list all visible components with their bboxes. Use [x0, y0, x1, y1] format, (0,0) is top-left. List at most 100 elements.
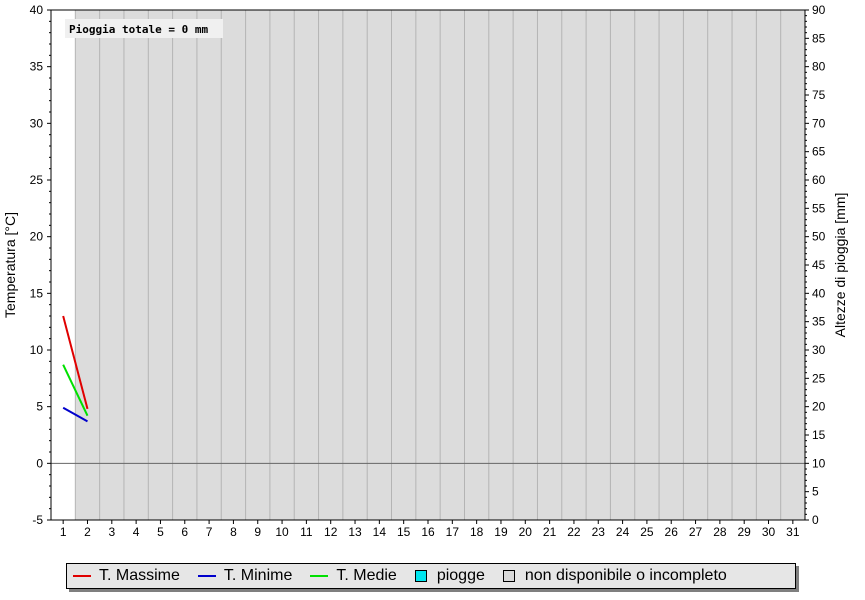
- y2-tick-label: 65: [812, 145, 826, 159]
- y-tick-label: 15: [30, 286, 44, 300]
- unavailable-day-10: [269, 10, 295, 520]
- unavailable-day-17: [440, 10, 465, 520]
- x-tick-label: 30: [762, 525, 776, 539]
- x-tick-label: 16: [421, 525, 435, 539]
- unavailable-day-27: [683, 10, 708, 520]
- chart: -50510152025303540 051015202530354045505…: [2, 3, 848, 539]
- legend-label: piogge: [436, 567, 485, 584]
- y-tick-label: -5: [32, 513, 43, 527]
- unavailable-day-11: [294, 10, 319, 520]
- unavailable-day-3: [99, 10, 124, 520]
- y2-tick-label: 90: [812, 3, 826, 17]
- unavailable-day-7: [196, 10, 222, 520]
- x-tick-label: 28: [713, 525, 727, 539]
- y-axis-right: 0 5 10 15 20 25 30 35 40 45 50 55 60 65 70 75 80 85 90: [805, 3, 826, 527]
- y2-tick-label: 10: [812, 456, 826, 470]
- x-tick-label: 12: [324, 525, 338, 539]
- y-tick-label: 30: [30, 116, 44, 130]
- x-tick-label: 5: [157, 525, 164, 539]
- legend-label: T. Minime: [223, 567, 293, 584]
- legend-swatch: [73, 575, 91, 577]
- unavailable-day-25: [634, 10, 660, 520]
- y2-tick-label: 80: [812, 60, 826, 74]
- y2-tick-label: 60: [812, 173, 826, 187]
- x-tick-label: 27: [689, 525, 703, 539]
- unavailable-day-9: [245, 10, 270, 520]
- unavailable-day-16: [415, 10, 441, 520]
- x-tick-label: 19: [494, 525, 508, 539]
- y-axis-left: -5 0 5 10 15 20 25 30 35 40: [30, 3, 51, 527]
- unavailable-day-23: [586, 10, 611, 520]
- unavailable-day-19: [488, 10, 514, 520]
- legend-item-2: T. Medie: [310, 567, 397, 585]
- x-tick-label: 23: [592, 525, 606, 539]
- y2-axis-title: Altezze di pioggia [mm]: [832, 193, 848, 338]
- unavailable-day-8: [221, 10, 246, 520]
- unavailable-day-26: [659, 10, 684, 520]
- y2-tick-label: 20: [812, 400, 826, 414]
- unavailable-day-4: [123, 10, 149, 520]
- legend-item-1: T. Minime: [197, 567, 293, 585]
- y2-tick-label: 55: [812, 201, 826, 215]
- y2-tick-label: 50: [812, 230, 826, 244]
- y2-tick-label: 0: [812, 513, 819, 527]
- x-tick-label: 24: [616, 525, 630, 539]
- unavailable-day-29: [732, 10, 757, 520]
- y-axis-title: Temperatura [°C]: [2, 212, 18, 318]
- y2-tick-label: 85: [812, 31, 826, 45]
- legend-swatch: [414, 570, 427, 582]
- y-tick-label: 40: [30, 3, 44, 17]
- y-tick-label: 0: [36, 456, 43, 470]
- legend-swatch: [310, 575, 329, 577]
- y-tick-label: 5: [36, 400, 43, 414]
- x-tick-label: 21: [543, 525, 557, 539]
- x-tick-label: 29: [738, 525, 752, 539]
- x-tick-label: 15: [397, 525, 411, 539]
- y2-tick-label: 40: [812, 286, 826, 300]
- legend-item-0: T. Massime: [73, 567, 180, 585]
- legend-label: non disponibile o incompleto: [524, 567, 727, 584]
- y-tick-label: 25: [30, 173, 44, 187]
- legend-label: T. Medie: [336, 567, 397, 584]
- x-tick-label: 11: [300, 525, 313, 539]
- x-tick-label: 25: [640, 525, 654, 539]
- x-tick-label: 6: [181, 525, 188, 539]
- y2-tick-label: 5: [812, 485, 819, 499]
- x-tick-label: 9: [254, 525, 261, 539]
- y-tick-label: 35: [30, 60, 44, 74]
- x-tick-label: 26: [665, 525, 679, 539]
- x-tick-label: 31: [786, 525, 800, 539]
- y-tick-label: 10: [30, 343, 44, 357]
- y2-tick-label: 70: [812, 116, 826, 130]
- unavailable-day-28: [707, 10, 733, 520]
- unavailable-day-15: [391, 10, 416, 520]
- legend-item-4: non disponibile o incompleto: [502, 567, 727, 585]
- y2-tick-label: 35: [812, 315, 826, 329]
- x-tick-label: 2: [84, 525, 91, 539]
- x-tick-label: 1: [60, 525, 67, 539]
- x-tick-label: 4: [133, 525, 140, 539]
- y2-tick-label: 25: [812, 371, 826, 385]
- unavailable-day-30: [756, 10, 781, 520]
- unavailable-day-18: [464, 10, 489, 520]
- x-axis: 1 2 3 4 5 6 7 8 9 10 11 12 13 14 15 16 17 18 19 20 21 22 23 24 2…: [60, 520, 800, 539]
- unavailable-day-14: [367, 10, 392, 520]
- x-tick-label: 3: [108, 525, 115, 539]
- y2-tick-label: 45: [812, 258, 826, 272]
- rain-total-annotation: Pioggia totale = 0 mm: [65, 19, 223, 38]
- unavailable-day-5: [148, 10, 173, 520]
- legend-swatch: [197, 575, 216, 577]
- x-tick-label: 22: [567, 525, 581, 539]
- unavailable-day-12: [318, 10, 343, 520]
- y2-tick-label: 30: [812, 343, 826, 357]
- legend-item-3: piogge: [414, 567, 485, 585]
- x-tick-label: 14: [373, 525, 387, 539]
- y2-tick-label: 15: [812, 428, 826, 442]
- unavailable-day-20: [513, 10, 538, 520]
- x-tick-label: 10: [275, 525, 289, 539]
- legend-label: T. Massime: [99, 567, 180, 584]
- x-tick-label: 13: [348, 525, 362, 539]
- unavailable-day-6: [172, 10, 197, 520]
- x-tick-label: 17: [446, 525, 460, 539]
- legend-swatch: [502, 570, 515, 582]
